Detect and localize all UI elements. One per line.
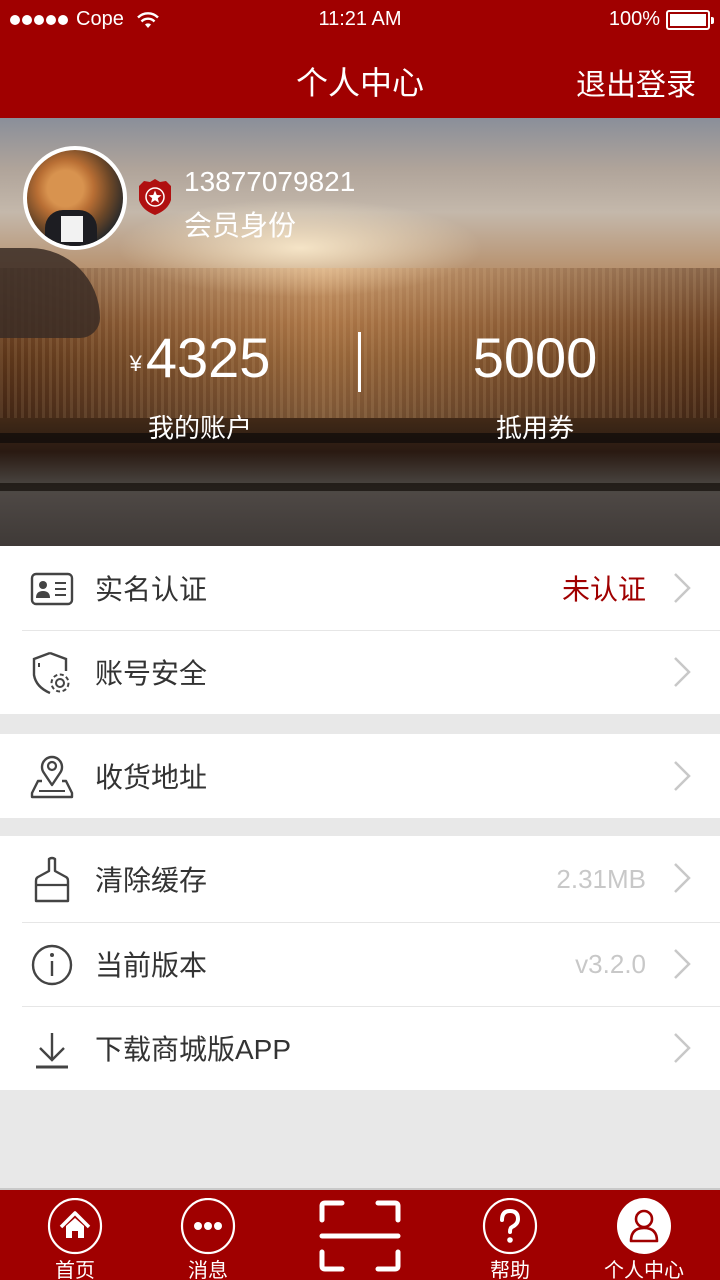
info-icon <box>31 944 73 986</box>
menu-group-account: 实名认证 未认证 账号安全 <box>0 546 720 714</box>
menu-item-current-version[interactable]: 当前版本 v3.2.0 <box>0 922 720 1006</box>
tab-bar: 首页 消息 帮助 个人中心 <box>0 1188 720 1280</box>
chevron-right-icon <box>674 949 691 979</box>
verification-status: 未认证 <box>561 574 646 605</box>
tab-messages[interactable]: 消息 <box>136 1190 280 1280</box>
coupon-balance[interactable]: 5000 抵用券 <box>360 318 720 445</box>
id-card-icon <box>30 572 74 606</box>
menu-item-account-security[interactable]: 账号安全 <box>0 630 720 714</box>
menu-item-shipping-address[interactable]: 收货地址 <box>0 734 720 818</box>
menu-item-label: 账号安全 <box>95 658 208 689</box>
home-icon <box>47 1198 103 1255</box>
location-pin-icon <box>30 755 74 799</box>
menu-item-label: 下载商城版APP <box>95 1034 292 1065</box>
menu-item-label: 收货地址 <box>95 762 208 793</box>
menu-item-label: 清除缓存 <box>95 865 208 896</box>
account-label: 我的账户 <box>147 413 252 443</box>
menu-group-address: 收货地址 <box>0 734 720 818</box>
message-icon <box>180 1198 236 1255</box>
user-phone: 13877079821 <box>184 166 356 197</box>
battery-percent: 100% <box>608 8 660 30</box>
chevron-right-icon <box>674 573 691 603</box>
menu-group-app: 清除缓存 2.31MB 当前版本 v3.2.0 下载商城版APP <box>0 836 720 1090</box>
avatar[interactable] <box>23 146 127 250</box>
tab-profile[interactable]: 个人中心 <box>572 1190 716 1280</box>
menu-item-clear-cache[interactable]: 清除缓存 2.31MB <box>0 836 720 922</box>
hero-background-rail <box>0 483 720 491</box>
member-status[interactable]: 会员身份 <box>184 204 296 244</box>
profile-hero: 13877079821 会员身份 ¥4325 我的账户 5000 抵用券 <box>0 118 720 546</box>
account-balance[interactable]: ¥4325 我的账户 <box>0 318 360 445</box>
tab-home[interactable]: 首页 <box>3 1190 147 1280</box>
tab-help[interactable]: 帮助 <box>438 1190 582 1280</box>
menu-item-label: 实名认证 <box>95 574 208 605</box>
shield-star-icon <box>139 179 171 215</box>
scan-icon[interactable] <box>318 1200 402 1272</box>
hero-background-road <box>0 493 720 546</box>
status-bar: Cope 11:21 AM 100% <box>0 0 720 40</box>
logout-button[interactable]: 退出登录 <box>576 60 696 104</box>
battery-icon <box>666 9 714 30</box>
chevron-right-icon <box>674 657 691 687</box>
menu-item-label: 当前版本 <box>95 950 208 981</box>
menu-item-real-name[interactable]: 实名认证 未认证 <box>0 546 720 630</box>
coupon-label: 抵用券 <box>495 413 574 443</box>
header: Cope 11:21 AM 100% 个人中心 退出登录 <box>0 0 720 118</box>
tab-label: 帮助 <box>490 1260 530 1280</box>
help-icon <box>482 1198 538 1255</box>
chevron-right-icon <box>674 863 691 893</box>
status-right: 100% <box>608 8 714 31</box>
brush-icon <box>34 856 70 903</box>
tab-label: 首页 <box>55 1260 95 1280</box>
download-icon <box>36 1033 68 1069</box>
menu-item-download-app[interactable]: 下载商城版APP <box>0 1006 720 1090</box>
shield-gear-icon <box>32 651 70 695</box>
account-value: 4325 <box>145 326 271 389</box>
currency-symbol: ¥ <box>129 351 142 376</box>
tab-label: 消息 <box>188 1260 228 1280</box>
app-version: v3.2.0 <box>575 948 646 979</box>
stats: ¥4325 我的账户 5000 抵用券 <box>0 318 720 448</box>
cache-size: 2.31MB <box>556 863 646 894</box>
user-icon <box>617 1198 671 1254</box>
chevron-right-icon <box>674 761 691 791</box>
tab-label: 个人中心 <box>604 1260 684 1280</box>
profile-screen: Cope 11:21 AM 100% 个人中心 退出登录 13877079821… <box>0 0 720 1280</box>
chevron-right-icon <box>674 1033 691 1063</box>
coupon-value: 5000 <box>472 326 598 389</box>
